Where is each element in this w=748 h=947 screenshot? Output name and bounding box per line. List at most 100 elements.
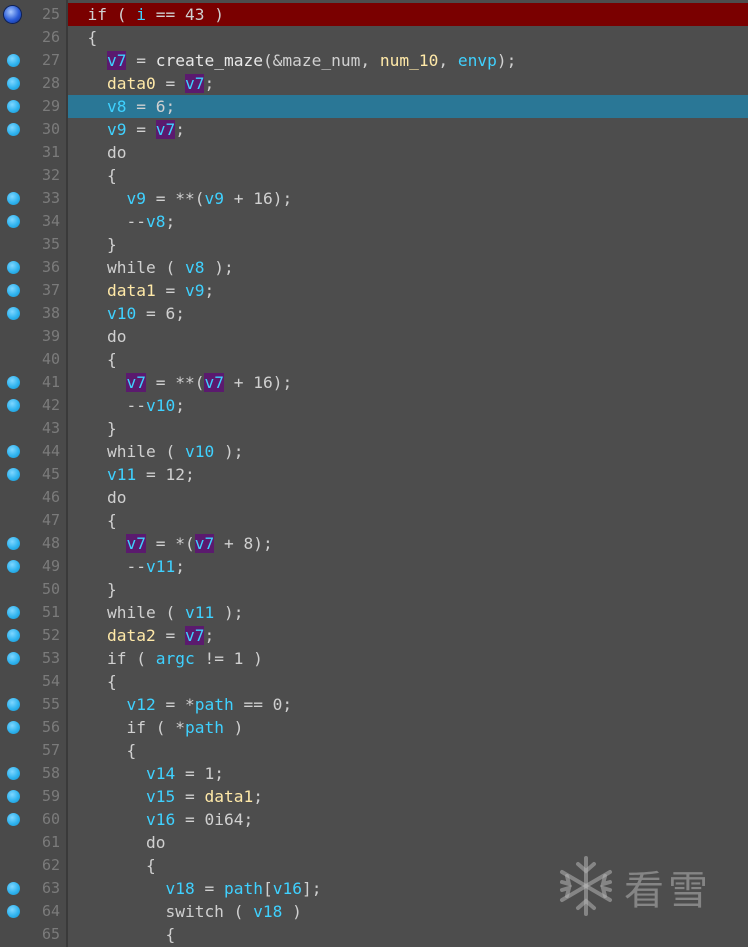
identifier[interactable]: v8: [146, 212, 166, 231]
code-text[interactable]: while ( v11 );: [68, 601, 243, 624]
identifier[interactable]: path: [224, 879, 263, 898]
line-marker-icon[interactable]: [7, 698, 20, 711]
identifier[interactable]: v15: [146, 787, 175, 806]
code-text[interactable]: v9 = **(v9 + 16);: [68, 187, 292, 210]
code-text[interactable]: while ( v8 );: [68, 256, 234, 279]
identifier[interactable]: v10: [107, 304, 136, 323]
identifier[interactable]: v16: [146, 810, 175, 829]
code-line[interactable]: 56 if ( *path ): [0, 716, 748, 739]
code-line[interactable]: 64 switch ( v18 ): [0, 900, 748, 923]
code-line[interactable]: 37 data1 = v9;: [0, 279, 748, 302]
identifier[interactable]: num_10: [380, 51, 438, 70]
code-line[interactable]: 30 v9 = v7;: [0, 118, 748, 141]
code-line[interactable]: 31 do: [0, 141, 748, 164]
code-line[interactable]: 47 {: [0, 509, 748, 532]
line-marker-icon[interactable]: [7, 560, 20, 573]
code-text[interactable]: data2 = v7;: [68, 624, 214, 647]
code-text[interactable]: data0 = v7;: [68, 72, 214, 95]
line-marker-icon[interactable]: [7, 767, 20, 780]
code-text[interactable]: do: [68, 325, 127, 348]
code-line[interactable]: 62 {: [0, 854, 748, 877]
identifier[interactable]: v9: [107, 120, 127, 139]
code-text[interactable]: v10 = 6;: [68, 302, 185, 325]
code-line[interactable]: 55 v12 = *path == 0;: [0, 693, 748, 716]
code-line[interactable]: 51 while ( v11 );: [0, 601, 748, 624]
code-line[interactable]: 33 v9 = **(v9 + 16);: [0, 187, 748, 210]
line-marker-icon[interactable]: [7, 882, 20, 895]
identifier[interactable]: v11: [185, 603, 214, 622]
identifier[interactable]: envp: [458, 51, 497, 70]
code-line[interactable]: 50 }: [0, 578, 748, 601]
line-marker-icon[interactable]: [7, 790, 20, 803]
code-line[interactable]: 65 {: [0, 923, 748, 946]
code-line[interactable]: 26 {: [0, 26, 748, 49]
identifier[interactable]: path: [185, 718, 224, 737]
code-text[interactable]: data1 = v9;: [68, 279, 214, 302]
highlighted-identifier[interactable]: v7: [184, 626, 205, 645]
code-text[interactable]: {: [68, 923, 175, 946]
code-line[interactable]: 53 if ( argc != 1 ): [0, 647, 748, 670]
highlighted-identifier[interactable]: v7: [106, 51, 127, 70]
line-marker-icon[interactable]: [7, 629, 20, 642]
code-line[interactable]: 46 do: [0, 486, 748, 509]
code-line[interactable]: 41 v7 = **(v7 + 16);: [0, 371, 748, 394]
highlighted-identifier[interactable]: v7: [204, 373, 224, 392]
identifier[interactable]: v9: [204, 189, 224, 208]
line-marker-icon[interactable]: [7, 537, 20, 550]
code-text[interactable]: v11 = 12;: [68, 463, 195, 486]
code-text[interactable]: switch ( v18 ): [68, 900, 301, 923]
code-text[interactable]: {: [68, 739, 136, 762]
code-line[interactable]: 29 v8 = 6;: [0, 95, 748, 118]
line-marker-icon[interactable]: [7, 77, 20, 90]
highlighted-identifier[interactable]: v7: [126, 534, 146, 553]
line-marker-icon[interactable]: [7, 261, 20, 274]
line-marker-icon[interactable]: [7, 376, 20, 389]
code-text[interactable]: }: [68, 578, 117, 601]
code-text[interactable]: --v10;: [68, 394, 185, 417]
line-marker-icon[interactable]: [7, 100, 20, 113]
code-line[interactable]: 48 v7 = *(v7 + 8);: [0, 532, 748, 555]
code-text[interactable]: {: [68, 509, 117, 532]
code-text[interactable]: }: [68, 417, 117, 440]
code-text[interactable]: v9 = v7;: [68, 118, 185, 141]
identifier[interactable]: v8: [107, 97, 127, 116]
identifier[interactable]: v10: [146, 396, 175, 415]
line-marker-icon[interactable]: [7, 399, 20, 412]
line-marker-icon[interactable]: [7, 192, 20, 205]
code-line[interactable]: 57 {: [0, 739, 748, 762]
highlighted-identifier[interactable]: v7: [194, 534, 215, 553]
code-text[interactable]: }: [68, 233, 117, 256]
code-text[interactable]: while ( v10 );: [68, 440, 243, 463]
code-line[interactable]: 40 {: [0, 348, 748, 371]
code-line[interactable]: 39 do: [0, 325, 748, 348]
identifier[interactable]: v14: [146, 764, 175, 783]
code-text[interactable]: --v11;: [68, 555, 185, 578]
code-text[interactable]: v8 = 6;: [68, 95, 175, 118]
breakpoint-icon[interactable]: [4, 6, 21, 23]
identifier[interactable]: v8: [185, 258, 205, 277]
code-line[interactable]: 45 v11 = 12;: [0, 463, 748, 486]
code-line[interactable]: 32 {: [0, 164, 748, 187]
code-text[interactable]: {: [68, 670, 117, 693]
line-marker-icon[interactable]: [7, 54, 20, 67]
line-marker-icon[interactable]: [7, 445, 20, 458]
line-marker-icon[interactable]: [7, 652, 20, 665]
code-text[interactable]: if ( argc != 1 ): [68, 647, 263, 670]
identifier[interactable]: v18: [253, 902, 282, 921]
identifier[interactable]: v11: [107, 465, 136, 484]
identifier[interactable]: v9: [185, 281, 205, 300]
code-text[interactable]: v16 = 0i64;: [68, 808, 253, 831]
highlighted-identifier[interactable]: v7: [184, 74, 205, 93]
identifier[interactable]: v16: [273, 879, 302, 898]
code-line[interactable]: 60 v16 = 0i64;: [0, 808, 748, 831]
code-line[interactable]: 42 --v10;: [0, 394, 748, 417]
code-text[interactable]: {: [68, 26, 97, 49]
code-text[interactable]: {: [68, 164, 117, 187]
line-marker-icon[interactable]: [7, 721, 20, 734]
code-line[interactable]: 49 --v11;: [0, 555, 748, 578]
code-text[interactable]: v7 = create_maze(&maze_num, num_10, envp…: [68, 49, 516, 72]
highlighted-identifier[interactable]: v7: [126, 373, 146, 392]
code-text[interactable]: if ( i == 43 ): [68, 3, 223, 26]
code-text[interactable]: do: [68, 831, 166, 854]
identifier[interactable]: data1: [107, 281, 156, 300]
